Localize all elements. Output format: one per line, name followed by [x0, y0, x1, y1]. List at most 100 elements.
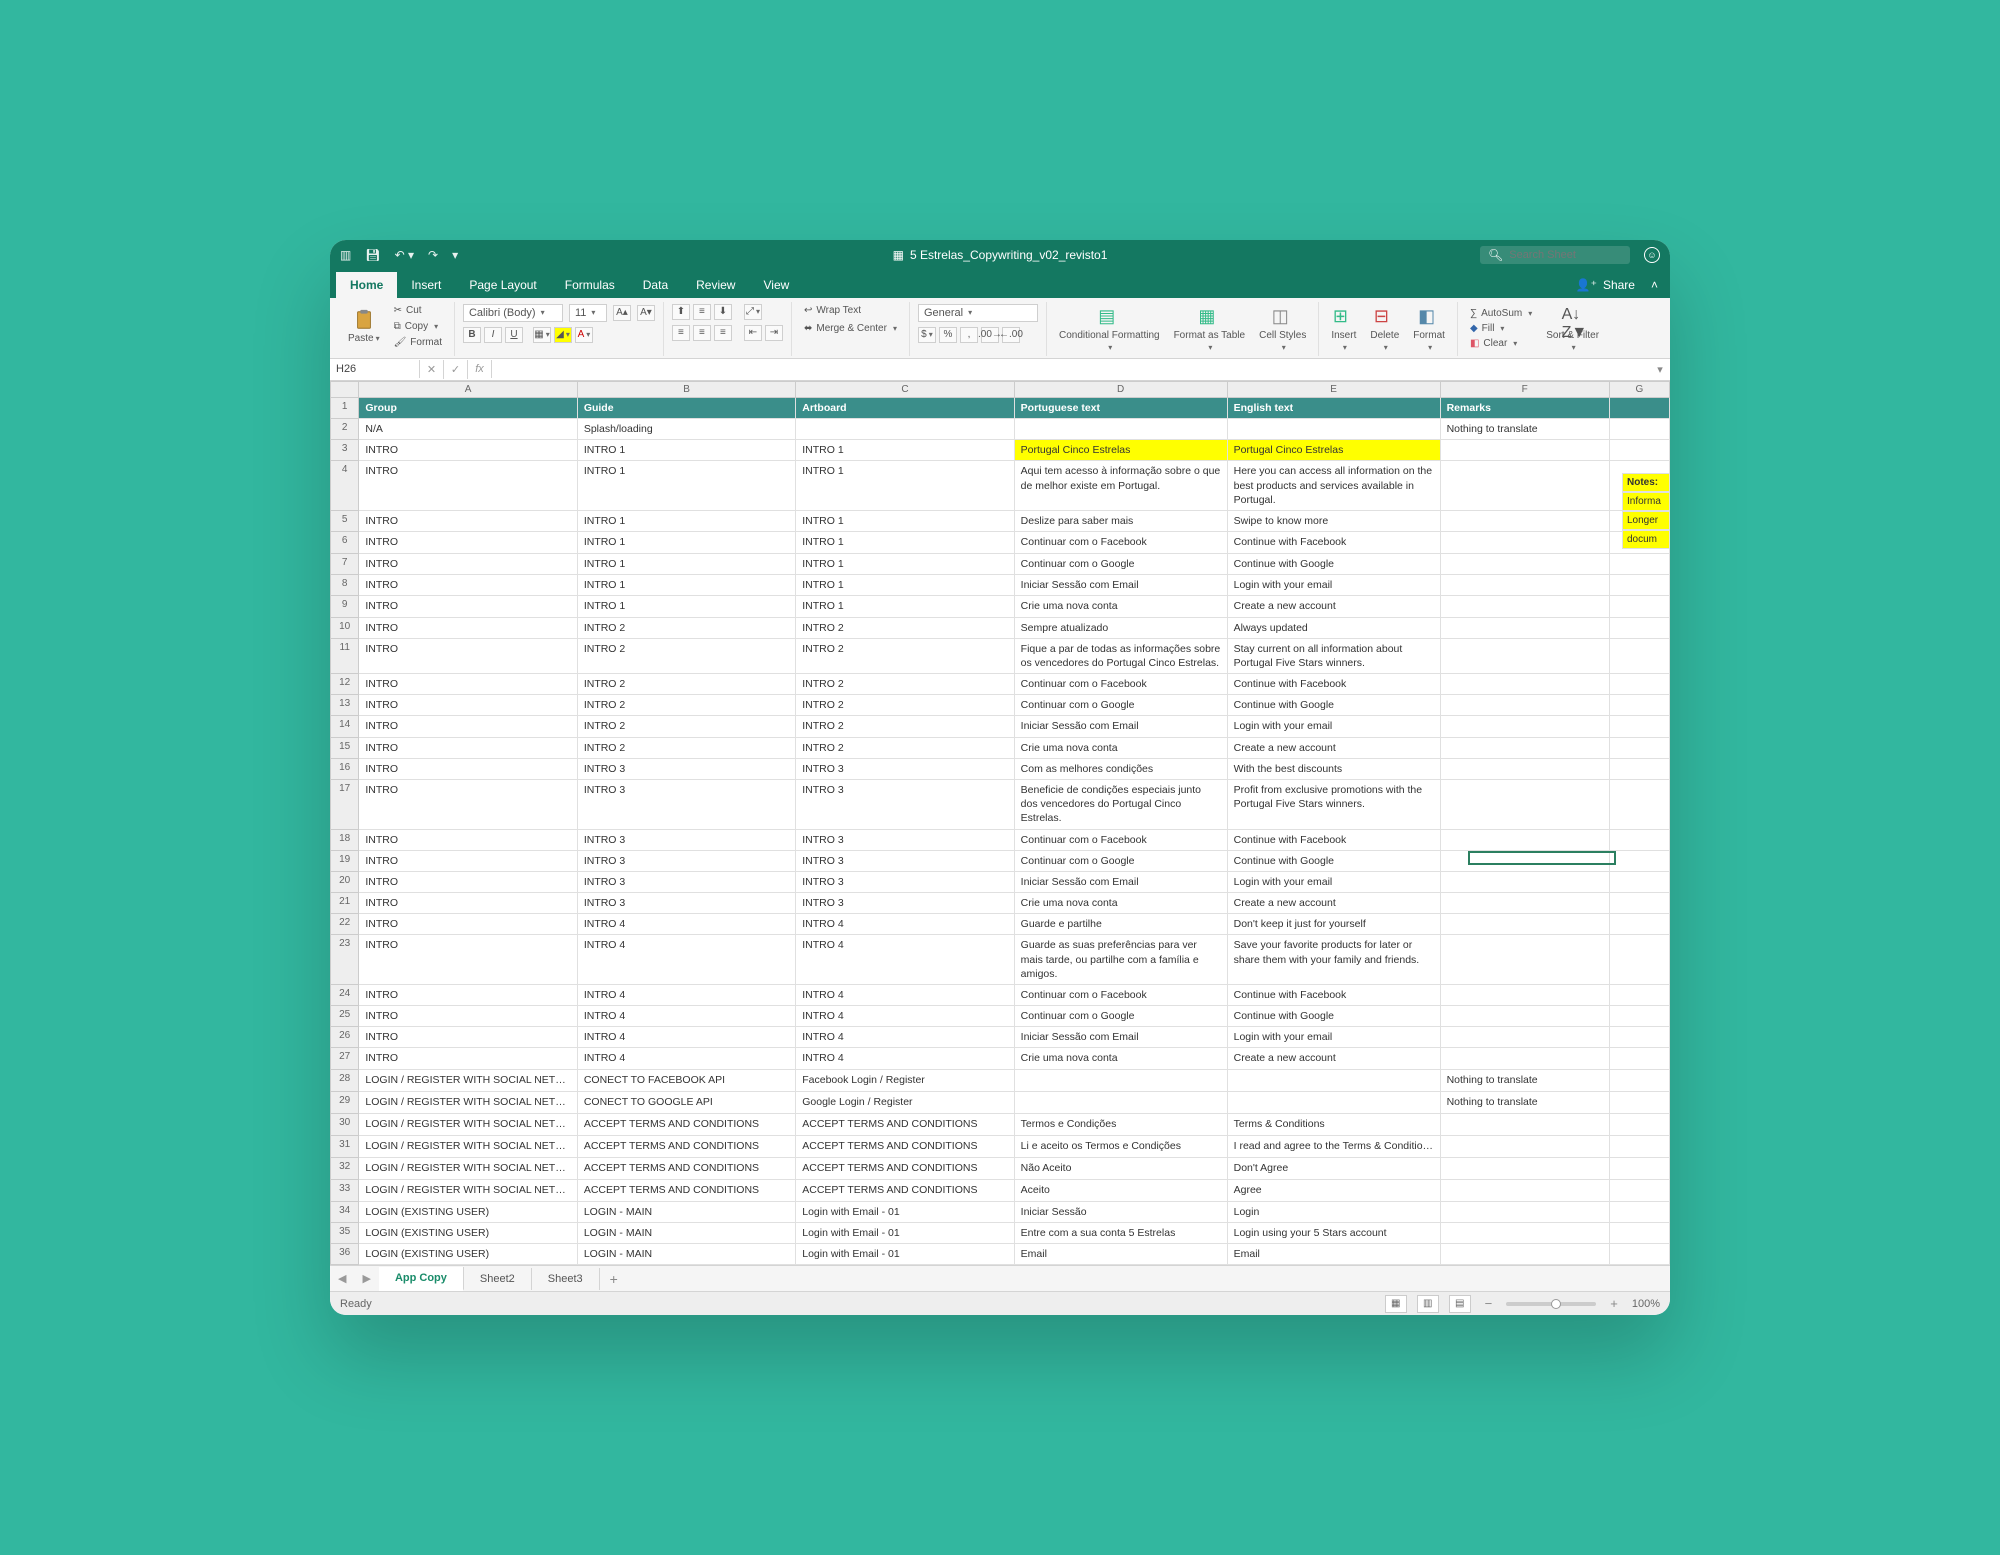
- cell[interactable]: INTRO 3: [796, 758, 1014, 779]
- cell[interactable]: Li e aceito os Termos e Condições: [1014, 1135, 1227, 1157]
- row-header[interactable]: 25: [331, 1006, 359, 1027]
- cell[interactable]: [1440, 1243, 1609, 1264]
- cut-button[interactable]: ✂Cut: [390, 304, 446, 317]
- sheet-tab-app-copy[interactable]: App Copy: [379, 1267, 464, 1291]
- cell[interactable]: Crie uma nova conta: [1014, 596, 1227, 617]
- cell[interactable]: [796, 419, 1014, 440]
- zoom-out-button[interactable]: −: [1481, 1296, 1497, 1311]
- cell[interactable]: [1609, 1222, 1669, 1243]
- save-icon[interactable]: 💾︎: [365, 248, 380, 262]
- cell[interactable]: [1440, 1201, 1609, 1222]
- cell[interactable]: INTRO 3: [796, 871, 1014, 892]
- cell[interactable]: LOGIN (EXISTING USER): [359, 1201, 577, 1222]
- row-header[interactable]: 28: [331, 1069, 359, 1091]
- cell[interactable]: INTRO 2: [796, 617, 1014, 638]
- cell[interactable]: Login using your 5 Stars account: [1227, 1222, 1440, 1243]
- cell[interactable]: [1440, 461, 1609, 511]
- align-left-button[interactable]: ≡: [672, 325, 690, 341]
- header-cell[interactable]: English text: [1227, 397, 1440, 418]
- cell[interactable]: Continuar com o Facebook: [1014, 674, 1227, 695]
- col-header-E[interactable]: E: [1227, 381, 1440, 397]
- cell[interactable]: [1227, 1069, 1440, 1091]
- cell[interactable]: [1609, 1157, 1669, 1179]
- cell[interactable]: [1609, 1179, 1669, 1201]
- format-button[interactable]: ◧Format: [1409, 304, 1449, 354]
- delete-button[interactable]: ⊟Delete: [1366, 304, 1403, 354]
- font-name-select[interactable]: Calibri (Body): [463, 304, 563, 322]
- cell[interactable]: [1609, 850, 1669, 871]
- row-header[interactable]: 1: [331, 397, 359, 418]
- cell[interactable]: [1609, 1069, 1669, 1091]
- cell[interactable]: Save your favorite products for later or…: [1227, 935, 1440, 985]
- wrap-text-button[interactable]: ↩Wrap Text: [800, 304, 901, 317]
- cell[interactable]: INTRO 3: [796, 829, 1014, 850]
- cell[interactable]: Beneficie de condições especiais junto d…: [1014, 780, 1227, 830]
- row-header[interactable]: 12: [331, 674, 359, 695]
- cell[interactable]: Don't keep it just for yourself: [1227, 914, 1440, 935]
- cell[interactable]: [1227, 419, 1440, 440]
- cell[interactable]: ACCEPT TERMS AND CONDITIONS: [796, 1135, 1014, 1157]
- align-center-button[interactable]: ≡: [693, 325, 711, 341]
- cell[interactable]: INTRO 4: [577, 984, 795, 1005]
- cell[interactable]: [1440, 935, 1609, 985]
- cell[interactable]: Continuar com o Google: [1014, 695, 1227, 716]
- cell[interactable]: INTRO: [359, 1006, 577, 1027]
- confirm-icon[interactable]: ✓: [444, 360, 468, 379]
- cell[interactable]: [1609, 695, 1669, 716]
- cell[interactable]: ACCEPT TERMS AND CONDITIONS: [577, 1135, 795, 1157]
- cell[interactable]: Aceito: [1014, 1179, 1227, 1201]
- cell[interactable]: Login with Email - 01: [796, 1201, 1014, 1222]
- currency-button[interactable]: $: [918, 327, 936, 343]
- cell[interactable]: LOGIN (EXISTING USER): [359, 1243, 577, 1264]
- cell[interactable]: INTRO: [359, 532, 577, 554]
- cell[interactable]: Guarde as suas preferências para ver mai…: [1014, 935, 1227, 985]
- cell[interactable]: INTRO 1: [577, 532, 795, 554]
- cell[interactable]: Email: [1227, 1243, 1440, 1264]
- qat-customize-icon[interactable]: ▾: [452, 248, 458, 262]
- cell[interactable]: Continuar com o Google: [1014, 850, 1227, 871]
- underline-button[interactable]: U: [505, 327, 523, 343]
- cell[interactable]: Always updated: [1227, 617, 1440, 638]
- cell[interactable]: INTRO 1: [577, 510, 795, 531]
- cell[interactable]: [1609, 829, 1669, 850]
- cell[interactable]: [1609, 674, 1669, 695]
- cell[interactable]: INTRO: [359, 596, 577, 617]
- col-header-B[interactable]: B: [577, 381, 795, 397]
- cell[interactable]: Create a new account: [1227, 596, 1440, 617]
- tab-insert[interactable]: Insert: [397, 272, 455, 298]
- cell[interactable]: INTRO: [359, 829, 577, 850]
- cell[interactable]: [1440, 893, 1609, 914]
- cell[interactable]: INTRO 2: [577, 674, 795, 695]
- search-input[interactable]: [1509, 249, 1619, 261]
- cell[interactable]: Crie uma nova conta: [1014, 1048, 1227, 1069]
- cell[interactable]: [1609, 1135, 1669, 1157]
- cell[interactable]: Nothing to translate: [1440, 1069, 1609, 1091]
- cell[interactable]: INTRO 3: [796, 780, 1014, 830]
- cell[interactable]: INTRO 2: [577, 737, 795, 758]
- header-cell[interactable]: Remarks: [1440, 397, 1609, 418]
- undo-icon[interactable]: ↶ ▾: [395, 248, 414, 262]
- cell[interactable]: ACCEPT TERMS AND CONDITIONS: [796, 1179, 1014, 1201]
- cell[interactable]: INTRO: [359, 871, 577, 892]
- cell[interactable]: INTRO 1: [796, 440, 1014, 461]
- cell[interactable]: INTRO 2: [796, 695, 1014, 716]
- cell[interactable]: INTRO 4: [577, 1027, 795, 1048]
- cell[interactable]: Fique a par de todas as informações sobr…: [1014, 638, 1227, 673]
- cell[interactable]: INTRO: [359, 440, 577, 461]
- cell[interactable]: INTRO 1: [796, 510, 1014, 531]
- col-header-D[interactable]: D: [1014, 381, 1227, 397]
- cell[interactable]: INTRO: [359, 984, 577, 1005]
- increase-decimal-button[interactable]: .00→: [981, 327, 999, 343]
- cell[interactable]: INTRO 4: [796, 1006, 1014, 1027]
- view-normal-button[interactable]: ▦: [1385, 1295, 1407, 1313]
- fill-button[interactable]: ◆Fill: [1466, 322, 1536, 335]
- row-header[interactable]: 21: [331, 893, 359, 914]
- cell[interactable]: [1440, 737, 1609, 758]
- cell[interactable]: ACCEPT TERMS AND CONDITIONS: [577, 1179, 795, 1201]
- cell[interactable]: LOGIN / REGISTER WITH SOCIAL NETWORK: [359, 1113, 577, 1135]
- cell[interactable]: INTRO 4: [796, 1027, 1014, 1048]
- decrease-decimal-button[interactable]: ←.00: [1002, 327, 1020, 343]
- cell[interactable]: LOGIN - MAIN: [577, 1201, 795, 1222]
- cell[interactable]: INTRO 4: [577, 935, 795, 985]
- header-cell[interactable]: Portuguese text: [1014, 397, 1227, 418]
